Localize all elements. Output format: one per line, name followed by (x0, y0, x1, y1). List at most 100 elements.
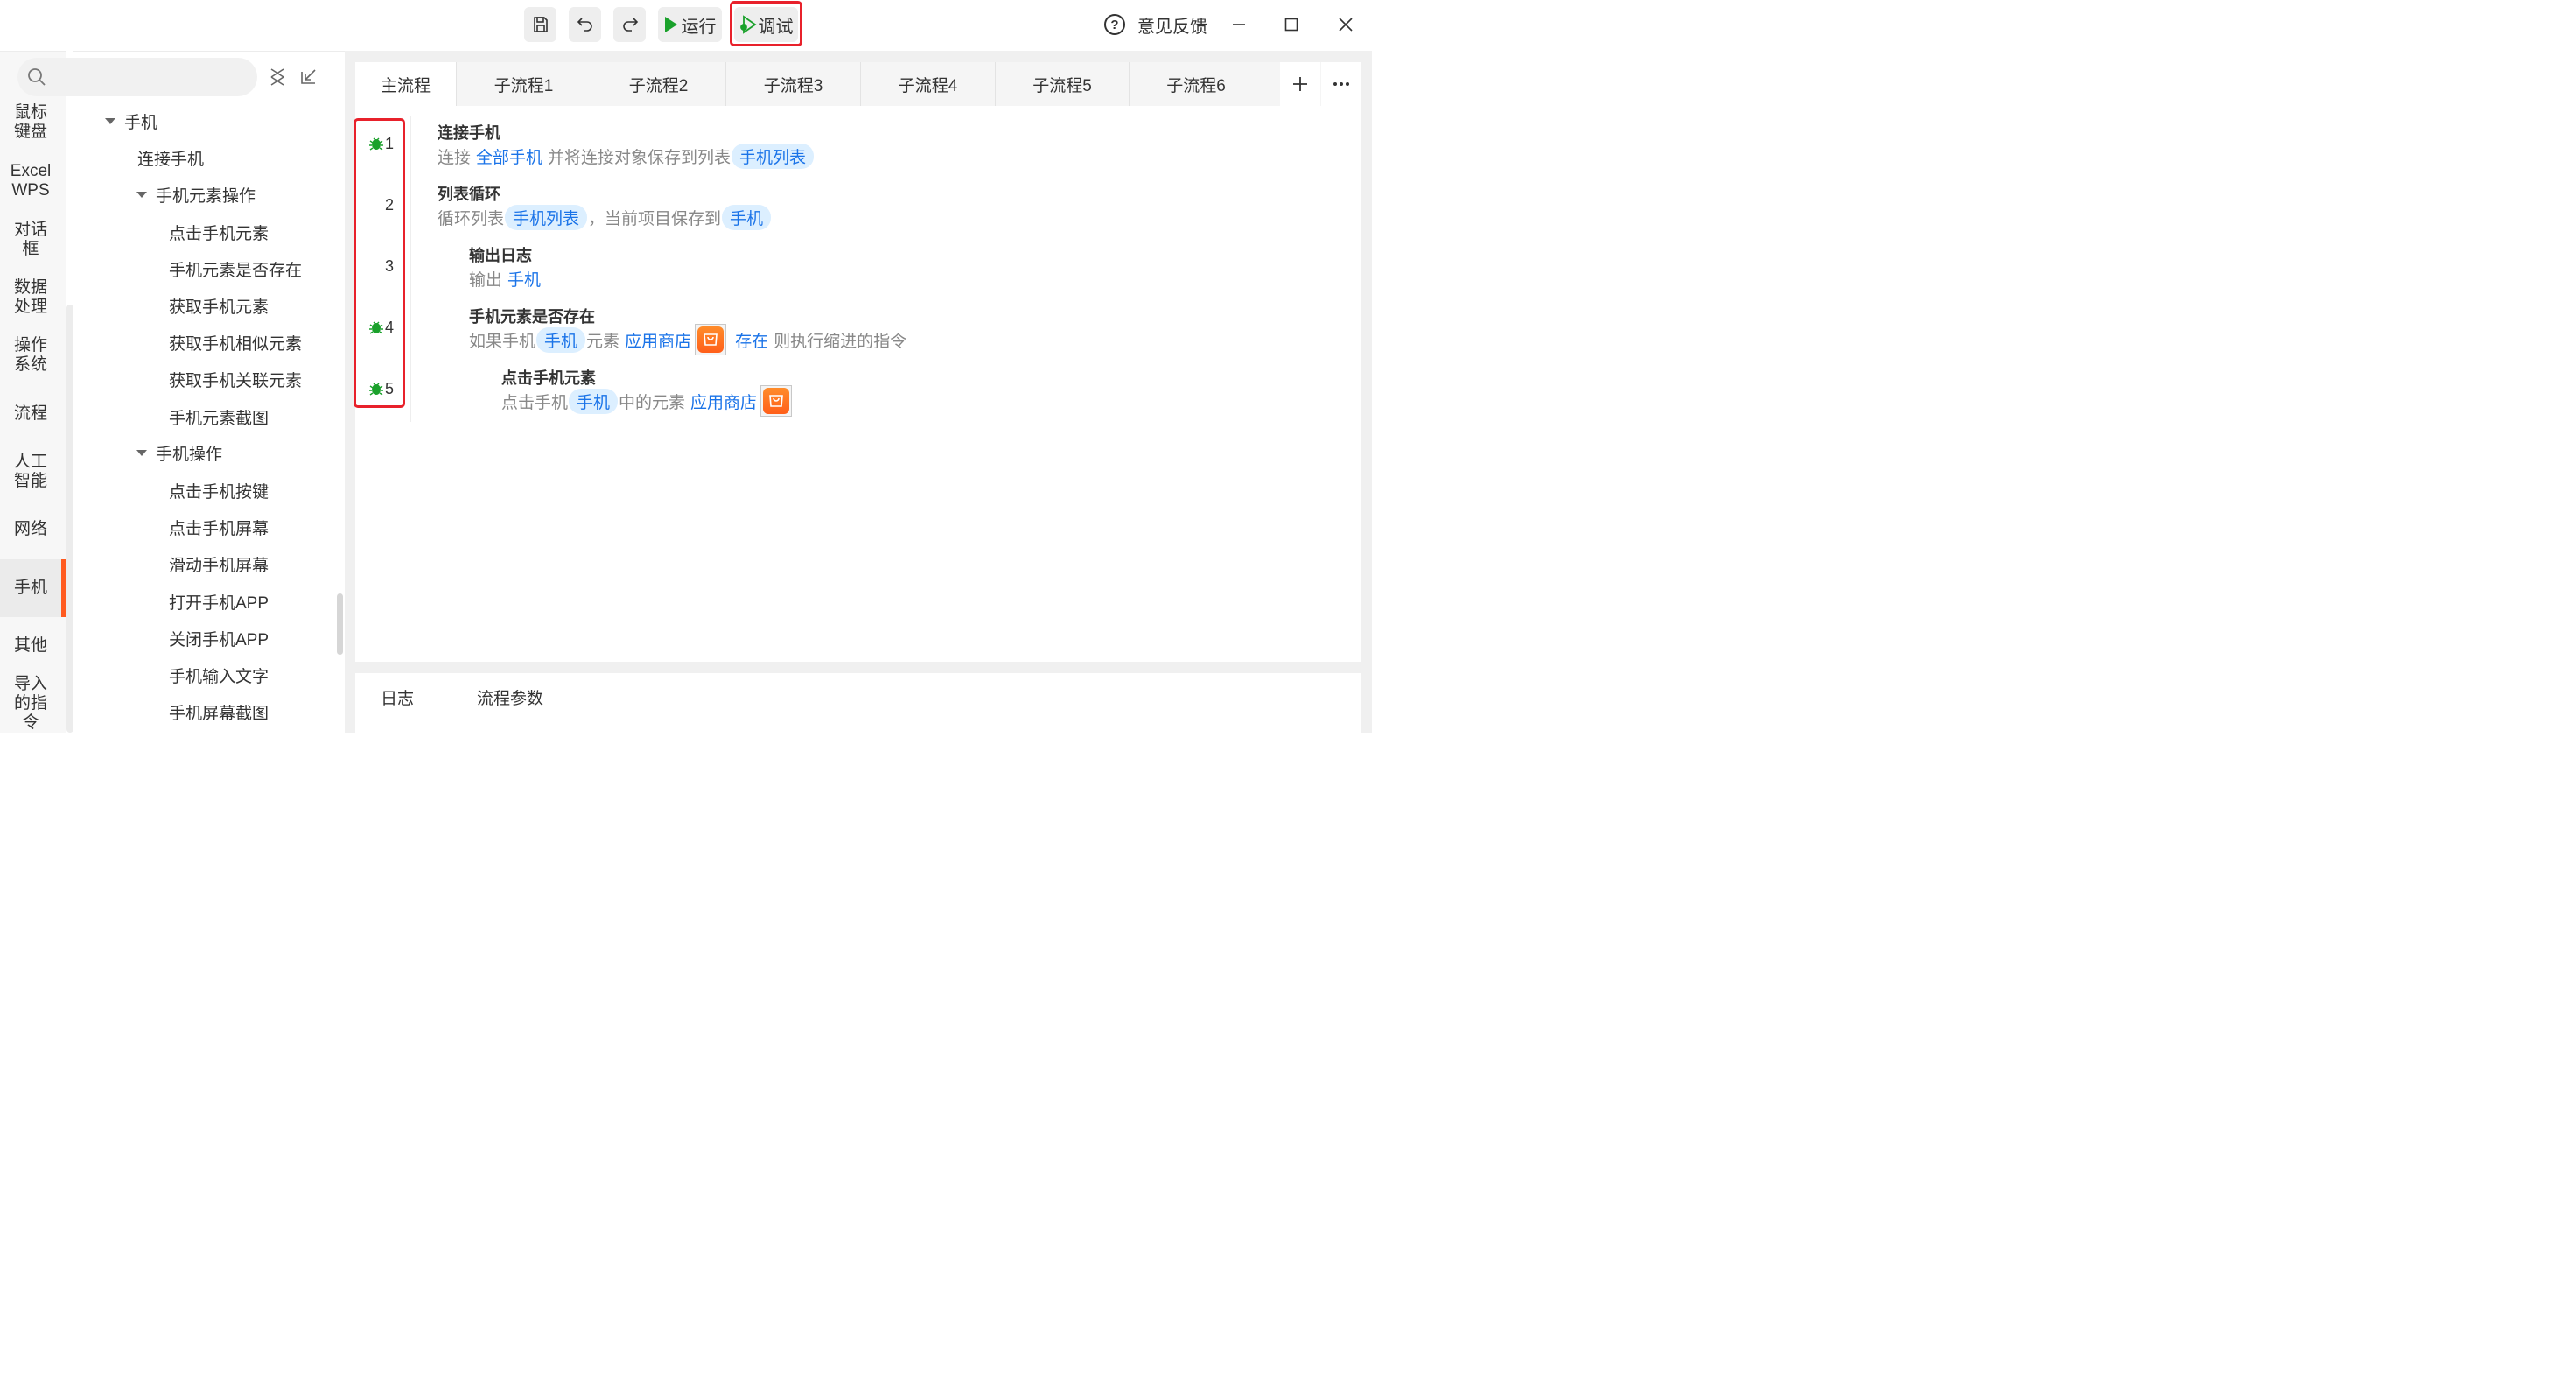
rail-scrollbar[interactable] (66, 305, 74, 733)
tree-leaf[interactable]: 获取手机元素 (169, 294, 269, 317)
tree-node-label: 手机屏幕截图 (169, 704, 270, 723)
variable-pill[interactable]: 手机列表 (505, 204, 588, 230)
variable-pill[interactable]: 手机 (536, 326, 586, 353)
step-title[interactable]: 连接手机 (438, 121, 500, 144)
redo-button[interactable] (613, 7, 646, 42)
tree-node-element-ops[interactable]: 手机元素操作 (136, 183, 256, 206)
run-button[interactable]: 运行 (658, 7, 722, 42)
minimize-button[interactable] (1226, 12, 1252, 37)
tree-leaf[interactable]: 点击手机按键 (169, 479, 269, 502)
clear-icon[interactable] (269, 67, 286, 87)
rail-label: Excel WPS (10, 162, 52, 200)
tab-subflow-3[interactable]: 子流程3 (726, 62, 861, 106)
param-link[interactable]: 存在 (735, 328, 768, 352)
tab-subflow-4[interactable]: 子流程4 (861, 62, 996, 106)
step-description[interactable]: 连接 全部手机 并将连接对象保存到列表 手机列表 (438, 143, 815, 169)
add-tab-button[interactable] (1280, 62, 1320, 106)
tree-leaf[interactable]: 打开手机APP (169, 590, 269, 613)
tree-node-label: 手机元素操作 (156, 186, 256, 206)
step-title[interactable]: 列表循环 (438, 182, 500, 205)
tree-node-phone[interactable]: 手机 (105, 109, 158, 132)
rail-item-phone[interactable]: 手机 (0, 559, 61, 617)
more-tabs-button[interactable] (1321, 62, 1362, 106)
param-link[interactable]: 全部手机 (476, 144, 542, 168)
variable-pill[interactable]: 手机列表 (732, 143, 815, 169)
rail-label: 其他 (13, 636, 47, 655)
rail-item-flow[interactable]: 流程 (0, 404, 61, 425)
rail-item-mouse-keyboard[interactable]: 鼠标 键盘 (0, 103, 61, 142)
rail-active-indicator (61, 559, 66, 617)
redo-icon (622, 18, 638, 32)
step-title[interactable]: 输出日志 (469, 243, 532, 266)
rail-label: 数据 处理 (13, 278, 47, 316)
tab-log[interactable]: 日志 (381, 685, 414, 708)
rail-label: 网络 (13, 520, 47, 538)
tree-leaf[interactable]: 滑动手机屏幕 (169, 552, 269, 575)
app-store-thumbnail[interactable] (695, 324, 727, 355)
tab-subflow-1[interactable]: 子流程1 (457, 62, 592, 106)
breakpoint-highlight-frame (354, 118, 405, 408)
desc-text: 并将连接对象保存到列表 (548, 148, 732, 167)
tree-node-label: 点击手机元素 (169, 224, 270, 243)
tree-leaf[interactable]: 手机元素是否存在 (169, 257, 302, 280)
tree-leaf[interactable]: 手机输入文字 (169, 663, 269, 686)
rail-item-data[interactable]: 数据 处理 (0, 278, 61, 317)
step-description[interactable]: 点击手机 手机 中的元素 应用商店 (501, 385, 801, 417)
tree-leaf[interactable]: 获取手机相似元素 (169, 331, 302, 354)
search-input[interactable] (18, 58, 257, 96)
rail-item-excel-wps[interactable]: Excel WPS (0, 162, 61, 200)
rail-label: 导入 的指 令 (13, 675, 47, 732)
run-label: 运行 (681, 17, 717, 37)
feedback-button[interactable]: ? 意见反馈 (1104, 11, 1208, 38)
rail-item-dialog[interactable]: 对话 框 (0, 221, 61, 259)
rail-item-os[interactable]: 操作 系统 (0, 336, 61, 375)
app-store-thumbnail[interactable] (760, 385, 793, 417)
rail-item-other[interactable]: 其他 (0, 635, 61, 656)
desc-text: ，当前项目保存到 (588, 209, 722, 228)
tab-subflow-6[interactable]: 子流程6 (1130, 62, 1264, 106)
param-link[interactable]: 应用商店 (625, 328, 691, 352)
app-store-icon (697, 326, 724, 353)
save-button[interactable] (524, 7, 556, 42)
step-title[interactable]: 手机元素是否存在 (469, 305, 595, 327)
tree-scrollbar[interactable] (337, 593, 343, 655)
tab-subflow-2[interactable]: 子流程2 (592, 62, 726, 106)
undo-button[interactable] (569, 7, 601, 42)
tree-leaf[interactable]: 手机屏幕截图 (169, 700, 269, 723)
tree-node-label: 手机输入文字 (169, 667, 270, 686)
more-icon (1334, 82, 1349, 86)
tree-leaf[interactable]: 获取手机关联元素 (169, 368, 302, 390)
tree-leaf[interactable]: 手机元素截图 (169, 405, 269, 428)
search-icon (28, 68, 46, 86)
tree-leaf[interactable]: 点击手机屏幕 (169, 516, 269, 538)
rail-label: 操作 系统 (13, 336, 47, 374)
param-link[interactable]: 手机 (508, 267, 541, 291)
desc-text: 循环列表 (438, 209, 505, 228)
tree-leaf[interactable]: 点击手机元素 (169, 221, 269, 243)
tree-node-phone-ops[interactable]: 手机操作 (136, 441, 222, 464)
step-description[interactable]: 如果手机 手机 元素 应用商店 存在 则执行缩进的指令 (469, 324, 906, 355)
desc-text: 连接 (438, 148, 472, 167)
rail-item-network[interactable]: 网络 (0, 519, 61, 540)
feedback-label: 意见反馈 (1138, 17, 1208, 37)
step-description[interactable]: 循环列表 手机列表 ，当前项目保存到 手机 (438, 204, 772, 230)
tree-node-label: 关闭手机APP (169, 630, 270, 649)
collapse-icon[interactable] (299, 67, 318, 86)
tree-leaf-connect-phone[interactable]: 连接手机 (137, 146, 204, 169)
rail-item-imported[interactable]: 导入 的指 令 (0, 675, 61, 733)
param-link[interactable]: 应用商店 (690, 390, 757, 413)
maximize-button[interactable] (1278, 12, 1305, 37)
tree-node-label: 手机元素截图 (169, 409, 270, 428)
tab-flow-params[interactable]: 流程参数 (477, 685, 543, 708)
tree-node-label: 滑动手机屏幕 (169, 556, 270, 575)
tab-subflow-5[interactable]: 子流程5 (996, 62, 1130, 106)
tab-main-flow[interactable]: 主流程 (355, 62, 457, 106)
tree-leaf[interactable]: 关闭手机APP (169, 627, 269, 649)
step-title[interactable]: 点击手机元素 (501, 366, 596, 389)
variable-pill[interactable]: 手机 (722, 204, 772, 230)
close-button[interactable] (1333, 12, 1359, 37)
rail-item-ai[interactable]: 人工 智能 (0, 453, 61, 491)
step-description[interactable]: 输出 手机 (469, 265, 541, 291)
plus-icon (1293, 77, 1307, 91)
variable-pill[interactable]: 手机 (569, 388, 619, 414)
